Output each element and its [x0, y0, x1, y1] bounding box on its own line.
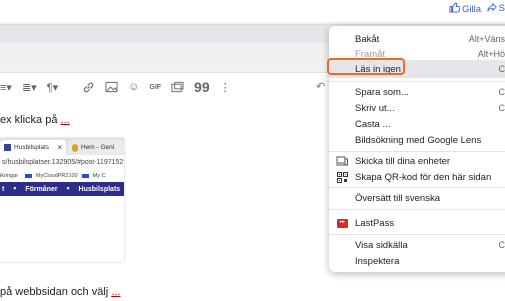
- screenshot-tab-1: Husbilsplats ×: [0, 140, 66, 155]
- image-icon[interactable]: [105, 80, 118, 94]
- menu-item-lastpass[interactable]: ••• LastPass: [329, 214, 505, 232]
- lastpass-icon: •••: [336, 217, 348, 229]
- close-tab-icon: ×: [57, 143, 62, 152]
- link-icon[interactable]: [82, 80, 95, 94]
- screenshot-tab-2: Hem - Genl: [68, 140, 124, 155]
- menu-item-qr-code[interactable]: Skapa QR-kod för den här sidan: [329, 168, 505, 186]
- screenshot-forum-nav: t ▼ Förmåner ▼ Husbilsplats: [0, 182, 124, 196]
- page-header: [0, 0, 505, 22]
- media-icon[interactable]: [171, 80, 184, 94]
- align-icon[interactable]: ≣▾: [22, 80, 37, 94]
- menu-divider: [329, 209, 505, 210]
- list-icon[interactable]: ≡▾: [0, 80, 12, 94]
- thumbs-up-icon: [449, 2, 461, 16]
- share-button[interactable]: S: [487, 2, 505, 15]
- like-label: Gilla: [461, 3, 481, 15]
- editor-text-line-2: på webbsidan och välj ...: [0, 286, 121, 298]
- qr-code-icon: [336, 171, 348, 183]
- page-favicon-icon: [72, 143, 78, 152]
- menu-divider: [329, 234, 505, 235]
- bookmark-icon: [25, 173, 33, 178]
- like-button[interactable]: Gilla: [449, 2, 481, 16]
- paragraph-icon[interactable]: ¶▾: [47, 80, 58, 94]
- devices-icon: [336, 155, 348, 167]
- site-favicon-icon: [4, 144, 11, 151]
- bookmark-icon: [81, 173, 89, 178]
- chevron-down-icon: ▼: [65, 186, 71, 192]
- menu-item-google-lens[interactable]: Bildsökning med Google Lens: [329, 131, 505, 149]
- gif-icon[interactable]: GIF: [149, 80, 161, 94]
- screenshot-page-body: [0, 196, 124, 262]
- menu-divider: [329, 187, 505, 188]
- editor-toolbar: ≡▾ ≣▾ ¶▾ ☺ GIF 99 ⋮: [0, 78, 231, 96]
- menu-divider: [329, 81, 505, 82]
- undo-icon[interactable]: ↶: [316, 80, 325, 93]
- embedded-screenshot[interactable]: Husbilsplats × Hem - Genl s/husbilsplats…: [0, 138, 124, 262]
- menu-item-inspect[interactable]: Inspektera: [329, 252, 505, 270]
- share-icon: [487, 2, 497, 15]
- ellipsis-link[interactable]: ...: [61, 114, 70, 126]
- editor-text-line-1: ex klicka på ...: [0, 114, 70, 126]
- screenshot-url-bar: s/husbilsplatser.132905/#post-1197152: [0, 155, 124, 169]
- chevron-down-icon: ▼: [12, 186, 18, 192]
- screenshot-bookmarks-bar: ikringar MyCloudPR2100 My C: [0, 169, 124, 183]
- quote-icon[interactable]: 99: [194, 79, 210, 95]
- more-icon[interactable]: ⋮: [220, 80, 231, 94]
- emoji-icon[interactable]: ☺: [128, 80, 139, 94]
- ellipsis-link[interactable]: ...: [111, 286, 120, 298]
- menu-item-translate[interactable]: Översätt till svenska: [329, 189, 505, 207]
- share-label: S: [498, 3, 505, 14]
- annotation-highlight-box: [327, 58, 405, 75]
